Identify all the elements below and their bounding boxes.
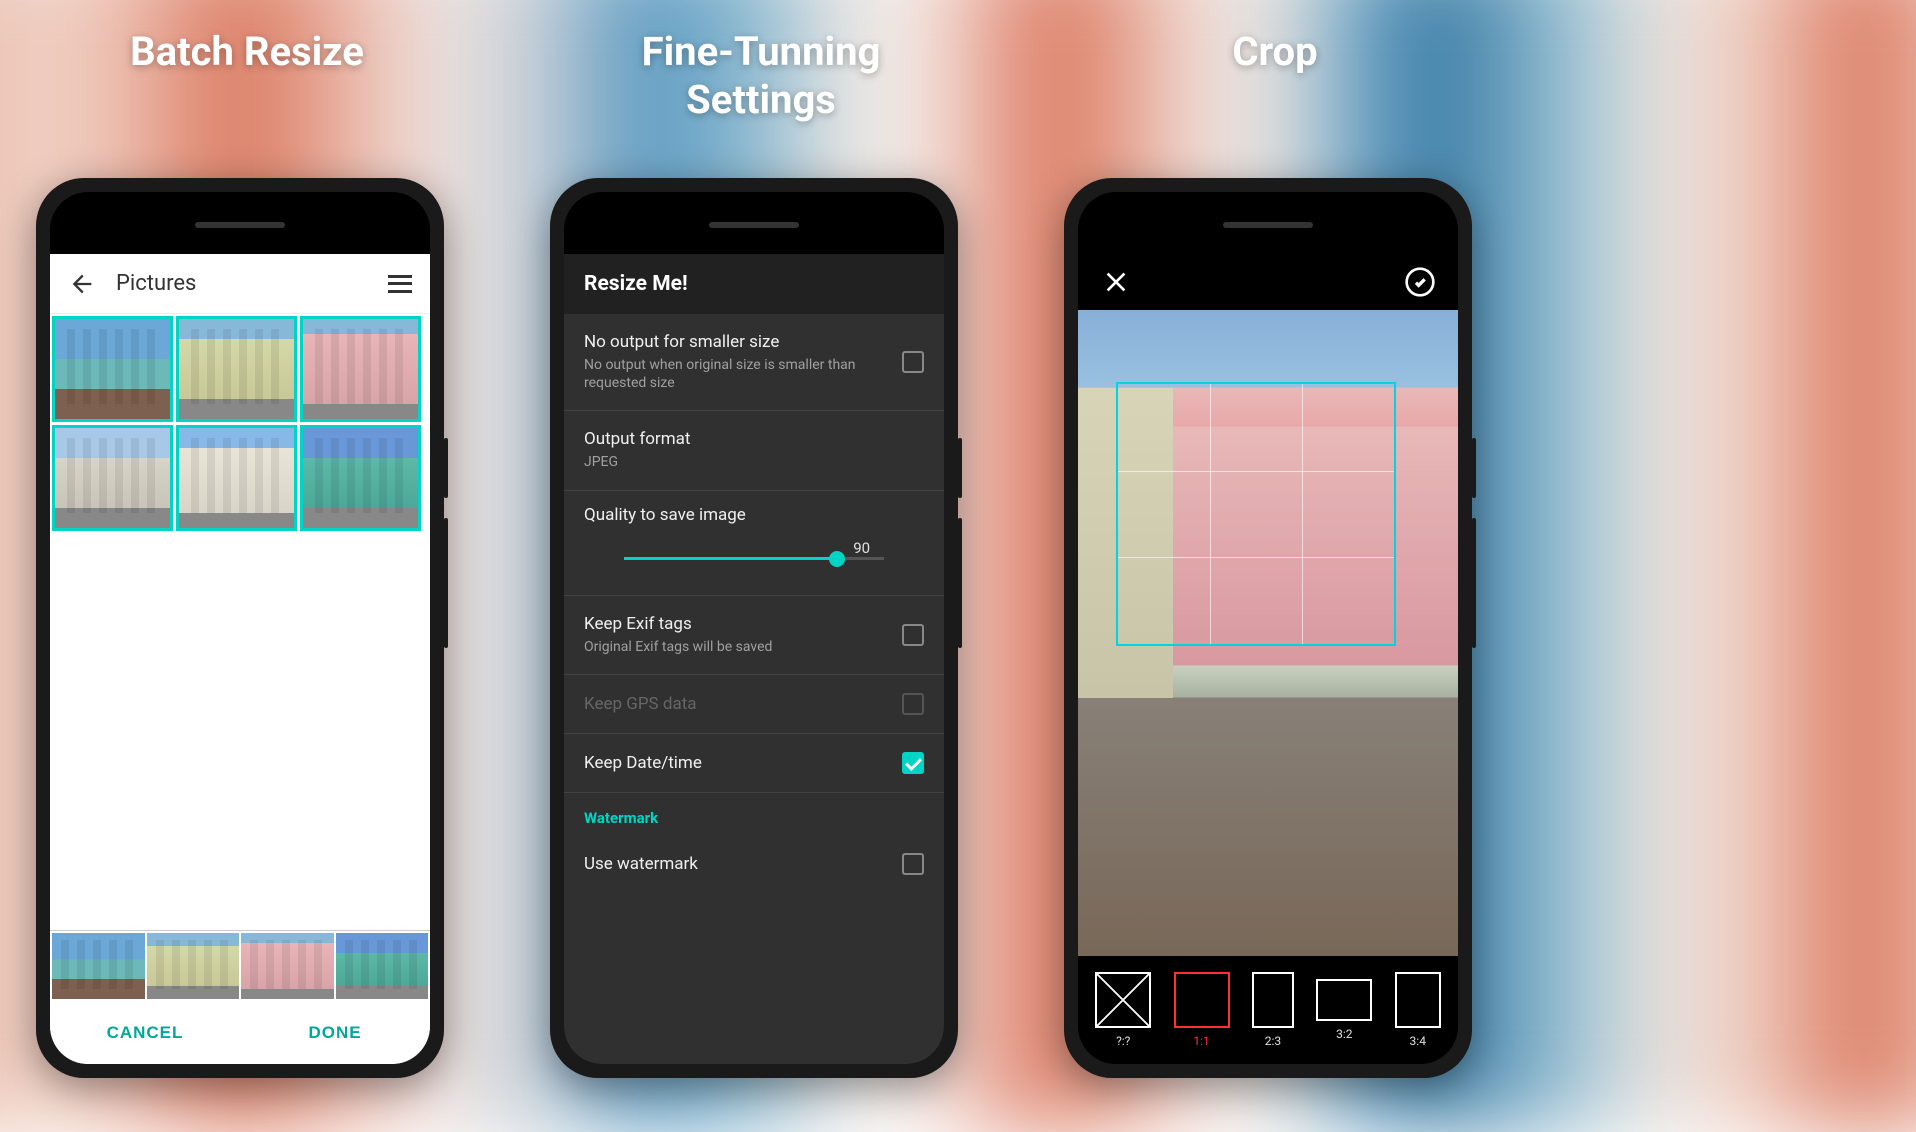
ratio-3-4[interactable]: 3:4 — [1395, 972, 1441, 1048]
photo-thumbnail[interactable] — [52, 425, 173, 531]
action-bar: CANCEL DONE — [50, 1002, 430, 1064]
menu-icon[interactable] — [388, 275, 412, 293]
watermark-section-header: Watermark — [564, 793, 944, 835]
topbar: Pictures — [50, 254, 430, 314]
checkbox-checked[interactable] — [902, 752, 924, 774]
setting-keep-date[interactable]: Keep Date/time — [564, 734, 944, 793]
crop-frame[interactable] — [1116, 382, 1396, 646]
ratio-3-2[interactable]: 3:2 — [1316, 979, 1372, 1041]
phone-side-button — [444, 438, 448, 498]
setting-title: No output for smaller size — [584, 332, 902, 352]
crop-image[interactable] — [1078, 310, 1458, 956]
aspect-ratio-bar: ?:? 1:1 2:3 3:2 — [1078, 956, 1458, 1064]
confirm-icon[interactable] — [1402, 264, 1438, 300]
quality-value: 90 — [853, 539, 870, 557]
photo-thumbnail[interactable] — [52, 316, 173, 422]
quality-slider[interactable]: 90 — [584, 545, 924, 573]
setting-keep-gps: Keep GPS data — [564, 675, 944, 734]
setting-subtitle: No output when original size is smaller … — [584, 356, 902, 392]
checkbox[interactable] — [902, 853, 924, 875]
photo-thumbnail[interactable] — [176, 425, 297, 531]
pictures-screen: Pictures CANCEL — [50, 254, 430, 1064]
panel-crop: Crop — [1028, 0, 1522, 1078]
done-button[interactable]: DONE — [240, 1002, 430, 1064]
setting-title: Keep Date/time — [584, 753, 902, 773]
phone-side-button — [444, 518, 448, 648]
phone-speaker — [709, 222, 799, 228]
setting-title: Keep Exif tags — [584, 614, 902, 634]
ratio-1-1[interactable]: 1:1 — [1174, 972, 1230, 1048]
setting-title: Output format — [584, 429, 924, 449]
phone-frame: Resize Me! No output for smaller size No… — [550, 178, 958, 1078]
crop-screen: ?:? 1:1 2:3 3:2 — [1078, 254, 1458, 1064]
close-icon[interactable] — [1098, 264, 1134, 300]
photo-thumbnail[interactable] — [336, 933, 429, 999]
ratio-free[interactable]: ?:? — [1095, 972, 1151, 1048]
crop-toolbar — [1078, 254, 1458, 310]
photo-thumbnail[interactable] — [241, 933, 334, 999]
photo-grid — [50, 314, 430, 533]
phone-side-button — [958, 518, 962, 648]
app-title: Resize Me! — [564, 254, 944, 314]
phone-frame: ?:? 1:1 2:3 3:2 — [1064, 178, 1472, 1078]
ratio-2-3[interactable]: 2:3 — [1252, 972, 1294, 1048]
setting-title: Use watermark — [584, 854, 902, 874]
photo-thumbnail[interactable] — [300, 425, 421, 531]
photo-thumbnail[interactable] — [300, 316, 421, 422]
checkbox — [902, 693, 924, 715]
settings-screen: Resize Me! No output for smaller size No… — [564, 254, 944, 1064]
phone-frame: Pictures CANCEL — [36, 178, 444, 1078]
photo-thumbnail[interactable] — [147, 933, 240, 999]
setting-quality: Quality to save image 90 — [564, 491, 944, 596]
setting-title: Quality to save image — [584, 505, 924, 525]
checkbox[interactable] — [902, 351, 924, 373]
panel-title: Batch Resize — [0, 28, 494, 76]
phone-side-button — [1472, 518, 1476, 648]
setting-use-watermark[interactable]: Use watermark — [564, 835, 944, 893]
panel-batch-resize: Batch Resize Pictures — [0, 0, 494, 1078]
checkbox[interactable] — [902, 624, 924, 646]
photo-thumbnail[interactable] — [176, 316, 297, 422]
setting-value: JPEG — [584, 453, 924, 471]
photo-thumbnail[interactable] — [52, 933, 145, 999]
panel-fine-tuning: Fine-Tunning Settings Resize Me! No outp… — [514, 0, 1008, 1078]
selected-strip — [50, 930, 430, 1002]
phone-speaker — [195, 222, 285, 228]
phone-side-button — [958, 438, 962, 498]
panel-title: Crop — [1028, 28, 1522, 76]
setting-subtitle: Original Exif tags will be saved — [584, 638, 902, 656]
phone-side-button — [1472, 438, 1476, 498]
cancel-button[interactable]: CANCEL — [50, 1002, 240, 1064]
back-arrow-icon[interactable] — [68, 270, 96, 298]
phone-speaker — [1223, 222, 1313, 228]
screen-title: Pictures — [116, 271, 388, 296]
setting-no-output[interactable]: No output for smaller size No output whe… — [564, 314, 944, 411]
setting-keep-exif[interactable]: Keep Exif tags Original Exif tags will b… — [564, 596, 944, 675]
panel-title: Fine-Tunning Settings — [514, 28, 1008, 124]
setting-title: Keep GPS data — [584, 694, 902, 714]
setting-output-format[interactable]: Output format JPEG — [564, 411, 944, 490]
